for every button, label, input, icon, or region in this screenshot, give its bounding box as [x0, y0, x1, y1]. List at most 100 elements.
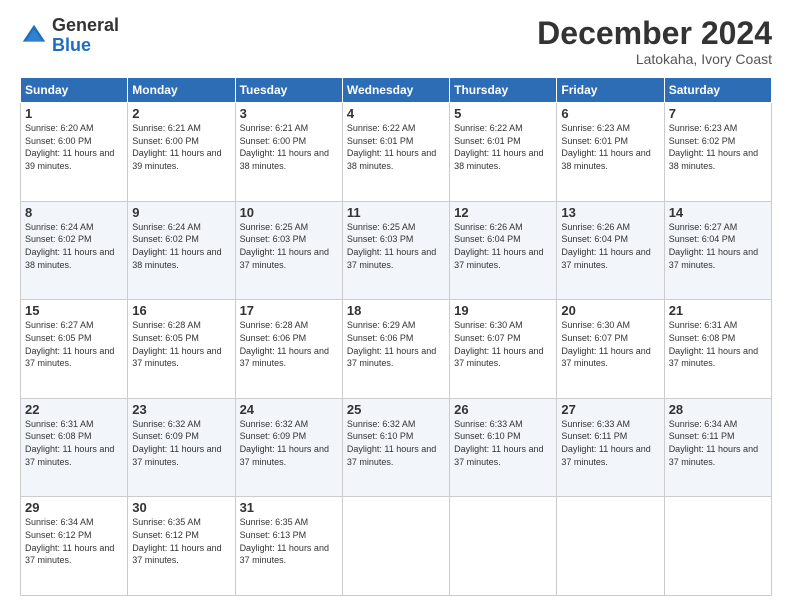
cell-details: Sunrise: 6:32 AMSunset: 6:09 PMDaylight:…: [240, 418, 338, 468]
title-block: December 2024 Latokaha, Ivory Coast: [537, 16, 772, 67]
calendar-cell: 7Sunrise: 6:23 AMSunset: 6:02 PMDaylight…: [664, 103, 771, 202]
cell-details: Sunrise: 6:30 AMSunset: 6:07 PMDaylight:…: [454, 319, 552, 369]
cell-details: Sunrise: 6:33 AMSunset: 6:11 PMDaylight:…: [561, 418, 659, 468]
day-number: 8: [25, 205, 123, 220]
calendar-cell: 12Sunrise: 6:26 AMSunset: 6:04 PMDayligh…: [450, 201, 557, 300]
day-number: 26: [454, 402, 552, 417]
day-number: 23: [132, 402, 230, 417]
day-number: 5: [454, 106, 552, 121]
calendar-cell: 15Sunrise: 6:27 AMSunset: 6:05 PMDayligh…: [21, 300, 128, 399]
calendar-cell: 13Sunrise: 6:26 AMSunset: 6:04 PMDayligh…: [557, 201, 664, 300]
calendar-cell: 29Sunrise: 6:34 AMSunset: 6:12 PMDayligh…: [21, 497, 128, 596]
day-number: 14: [669, 205, 767, 220]
day-number: 27: [561, 402, 659, 417]
calendar-cell: 22Sunrise: 6:31 AMSunset: 6:08 PMDayligh…: [21, 398, 128, 497]
day-number: 18: [347, 303, 445, 318]
cell-details: Sunrise: 6:21 AMSunset: 6:00 PMDaylight:…: [132, 122, 230, 172]
logo-general-text: General: [52, 15, 119, 35]
calendar-cell: [342, 497, 449, 596]
day-number: 31: [240, 500, 338, 515]
calendar-cell: 19Sunrise: 6:30 AMSunset: 6:07 PMDayligh…: [450, 300, 557, 399]
month-title: December 2024: [537, 16, 772, 51]
calendar-cell: 17Sunrise: 6:28 AMSunset: 6:06 PMDayligh…: [235, 300, 342, 399]
day-number: 17: [240, 303, 338, 318]
col-thursday: Thursday: [450, 78, 557, 103]
cell-details: Sunrise: 6:27 AMSunset: 6:05 PMDaylight:…: [25, 319, 123, 369]
calendar-week-row: 29Sunrise: 6:34 AMSunset: 6:12 PMDayligh…: [21, 497, 772, 596]
cell-details: Sunrise: 6:20 AMSunset: 6:00 PMDaylight:…: [25, 122, 123, 172]
cell-details: Sunrise: 6:32 AMSunset: 6:09 PMDaylight:…: [132, 418, 230, 468]
calendar-cell: 26Sunrise: 6:33 AMSunset: 6:10 PMDayligh…: [450, 398, 557, 497]
calendar-cell: 10Sunrise: 6:25 AMSunset: 6:03 PMDayligh…: [235, 201, 342, 300]
day-number: 1: [25, 106, 123, 121]
cell-details: Sunrise: 6:22 AMSunset: 6:01 PMDaylight:…: [454, 122, 552, 172]
day-number: 10: [240, 205, 338, 220]
calendar-cell: 8Sunrise: 6:24 AMSunset: 6:02 PMDaylight…: [21, 201, 128, 300]
cell-details: Sunrise: 6:34 AMSunset: 6:12 PMDaylight:…: [25, 516, 123, 566]
col-saturday: Saturday: [664, 78, 771, 103]
calendar-cell: 14Sunrise: 6:27 AMSunset: 6:04 PMDayligh…: [664, 201, 771, 300]
cell-details: Sunrise: 6:28 AMSunset: 6:05 PMDaylight:…: [132, 319, 230, 369]
weekday-header-row: Sunday Monday Tuesday Wednesday Thursday…: [21, 78, 772, 103]
cell-details: Sunrise: 6:24 AMSunset: 6:02 PMDaylight:…: [132, 221, 230, 271]
day-number: 28: [669, 402, 767, 417]
calendar-body: 1Sunrise: 6:20 AMSunset: 6:00 PMDaylight…: [21, 103, 772, 596]
cell-details: Sunrise: 6:25 AMSunset: 6:03 PMDaylight:…: [240, 221, 338, 271]
day-number: 12: [454, 205, 552, 220]
day-number: 2: [132, 106, 230, 121]
cell-details: Sunrise: 6:31 AMSunset: 6:08 PMDaylight:…: [669, 319, 767, 369]
logo-blue-text: Blue: [52, 35, 91, 55]
calendar-cell: 20Sunrise: 6:30 AMSunset: 6:07 PMDayligh…: [557, 300, 664, 399]
cell-details: Sunrise: 6:32 AMSunset: 6:10 PMDaylight:…: [347, 418, 445, 468]
calendar-cell: 4Sunrise: 6:22 AMSunset: 6:01 PMDaylight…: [342, 103, 449, 202]
day-number: 7: [669, 106, 767, 121]
cell-details: Sunrise: 6:33 AMSunset: 6:10 PMDaylight:…: [454, 418, 552, 468]
day-number: 13: [561, 205, 659, 220]
day-number: 25: [347, 402, 445, 417]
day-number: 24: [240, 402, 338, 417]
day-number: 15: [25, 303, 123, 318]
cell-details: Sunrise: 6:22 AMSunset: 6:01 PMDaylight:…: [347, 122, 445, 172]
cell-details: Sunrise: 6:23 AMSunset: 6:02 PMDaylight:…: [669, 122, 767, 172]
col-tuesday: Tuesday: [235, 78, 342, 103]
day-number: 19: [454, 303, 552, 318]
calendar-cell: 23Sunrise: 6:32 AMSunset: 6:09 PMDayligh…: [128, 398, 235, 497]
col-sunday: Sunday: [21, 78, 128, 103]
col-wednesday: Wednesday: [342, 78, 449, 103]
day-number: 21: [669, 303, 767, 318]
day-number: 11: [347, 205, 445, 220]
calendar-week-row: 1Sunrise: 6:20 AMSunset: 6:00 PMDaylight…: [21, 103, 772, 202]
calendar-cell: 28Sunrise: 6:34 AMSunset: 6:11 PMDayligh…: [664, 398, 771, 497]
day-number: 22: [25, 402, 123, 417]
cell-details: Sunrise: 6:35 AMSunset: 6:12 PMDaylight:…: [132, 516, 230, 566]
cell-details: Sunrise: 6:25 AMSunset: 6:03 PMDaylight:…: [347, 221, 445, 271]
calendar-cell: 21Sunrise: 6:31 AMSunset: 6:08 PMDayligh…: [664, 300, 771, 399]
page: General Blue December 2024 Latokaha, Ivo…: [0, 0, 792, 612]
cell-details: Sunrise: 6:34 AMSunset: 6:11 PMDaylight:…: [669, 418, 767, 468]
day-number: 6: [561, 106, 659, 121]
calendar-week-row: 15Sunrise: 6:27 AMSunset: 6:05 PMDayligh…: [21, 300, 772, 399]
cell-details: Sunrise: 6:21 AMSunset: 6:00 PMDaylight:…: [240, 122, 338, 172]
calendar-cell: 24Sunrise: 6:32 AMSunset: 6:09 PMDayligh…: [235, 398, 342, 497]
calendar-cell: 27Sunrise: 6:33 AMSunset: 6:11 PMDayligh…: [557, 398, 664, 497]
calendar-cell: [664, 497, 771, 596]
day-number: 16: [132, 303, 230, 318]
cell-details: Sunrise: 6:31 AMSunset: 6:08 PMDaylight:…: [25, 418, 123, 468]
logo-text: General Blue: [52, 16, 119, 56]
day-number: 9: [132, 205, 230, 220]
calendar-cell: 5Sunrise: 6:22 AMSunset: 6:01 PMDaylight…: [450, 103, 557, 202]
calendar-header: Sunday Monday Tuesday Wednesday Thursday…: [21, 78, 772, 103]
calendar-cell: 1Sunrise: 6:20 AMSunset: 6:00 PMDaylight…: [21, 103, 128, 202]
cell-details: Sunrise: 6:28 AMSunset: 6:06 PMDaylight:…: [240, 319, 338, 369]
calendar-cell: 25Sunrise: 6:32 AMSunset: 6:10 PMDayligh…: [342, 398, 449, 497]
header: General Blue December 2024 Latokaha, Ivo…: [20, 16, 772, 67]
cell-details: Sunrise: 6:24 AMSunset: 6:02 PMDaylight:…: [25, 221, 123, 271]
col-monday: Monday: [128, 78, 235, 103]
calendar-cell: 30Sunrise: 6:35 AMSunset: 6:12 PMDayligh…: [128, 497, 235, 596]
calendar-week-row: 22Sunrise: 6:31 AMSunset: 6:08 PMDayligh…: [21, 398, 772, 497]
calendar-week-row: 8Sunrise: 6:24 AMSunset: 6:02 PMDaylight…: [21, 201, 772, 300]
cell-details: Sunrise: 6:23 AMSunset: 6:01 PMDaylight:…: [561, 122, 659, 172]
calendar-cell: [450, 497, 557, 596]
calendar-cell: 3Sunrise: 6:21 AMSunset: 6:00 PMDaylight…: [235, 103, 342, 202]
logo-icon: [20, 22, 48, 50]
